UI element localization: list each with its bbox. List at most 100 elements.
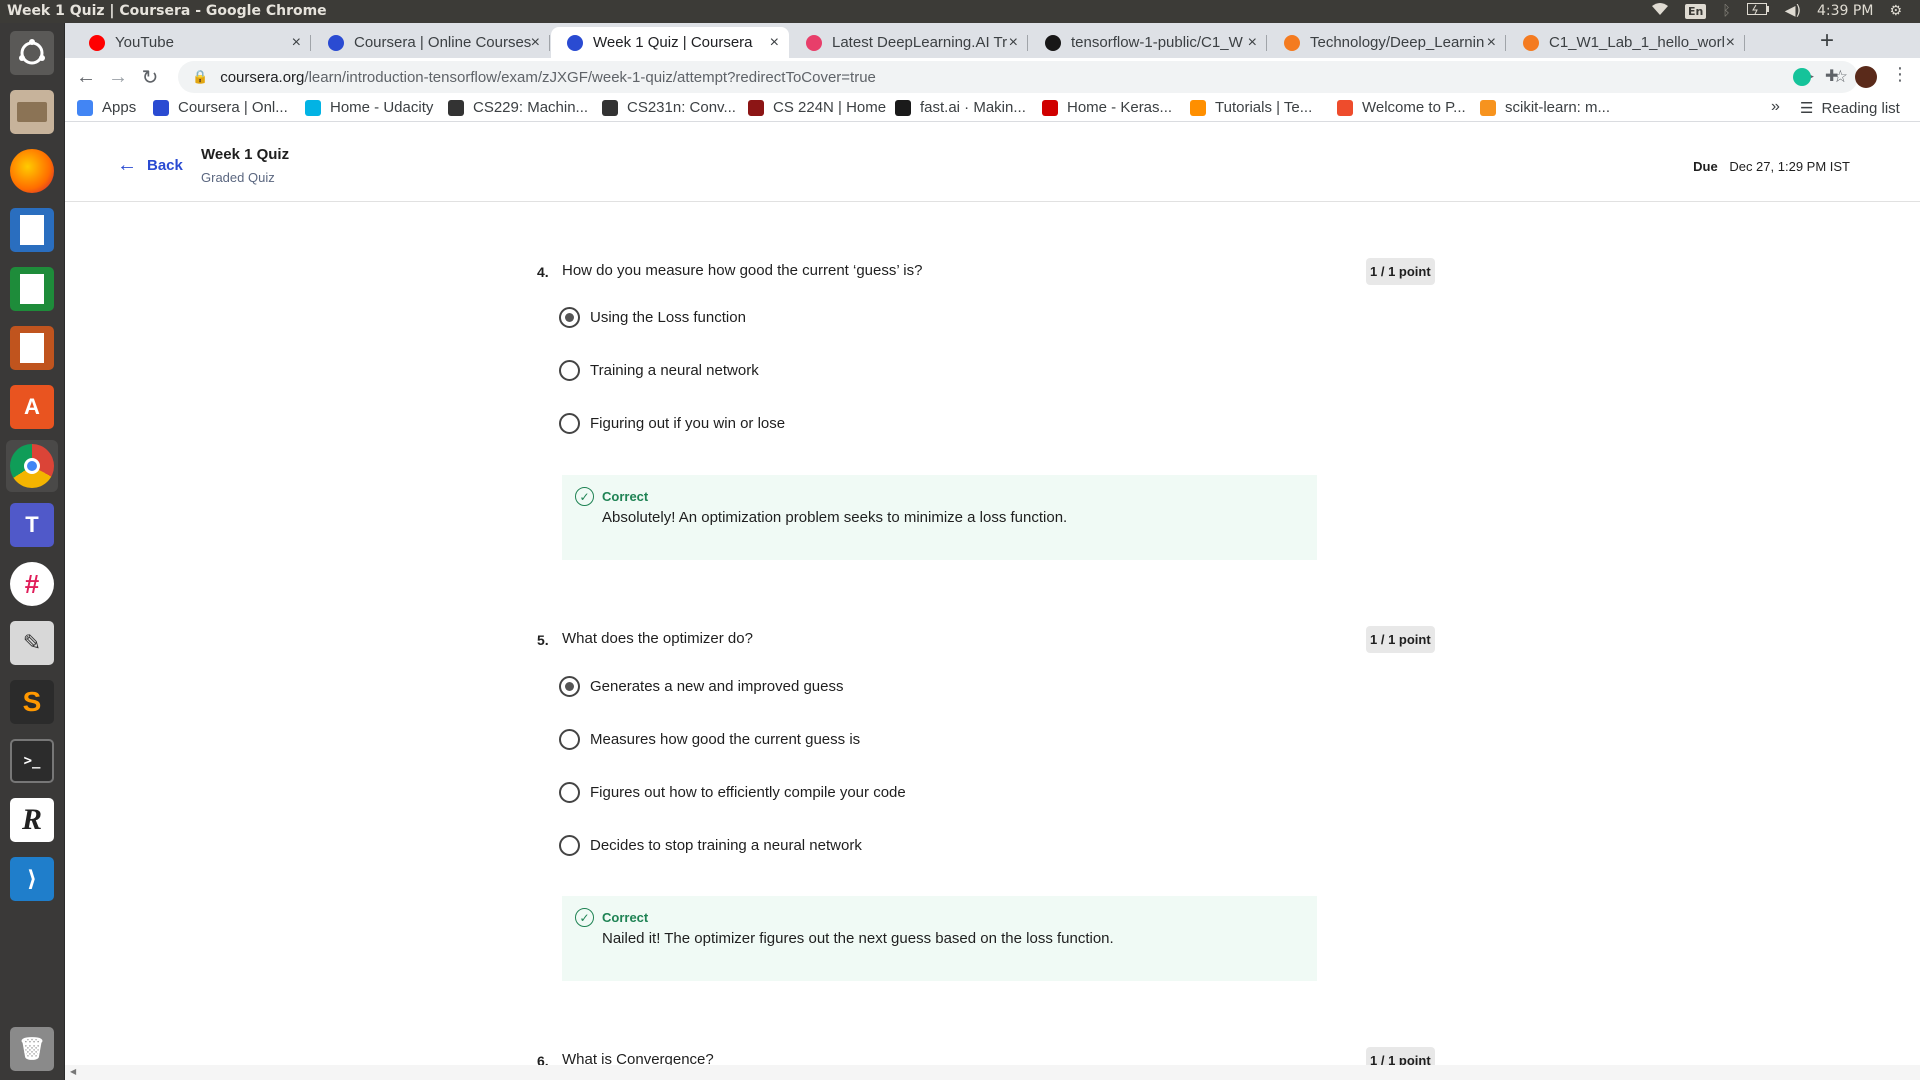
answer-option[interactable]: Figures out how to efficiently compile y… <box>559 781 906 803</box>
browser-tab[interactable]: YouTube × <box>73 27 311 58</box>
launcher-chrome[interactable] <box>6 440 58 492</box>
browser-tab[interactable]: Technology/Deep_Learnin × <box>1268 27 1506 58</box>
check-circle-icon: ✓ <box>575 487 594 506</box>
browser-tab[interactable]: Coursera | Online Courses × <box>312 27 550 58</box>
keras-icon <box>1042 99 1058 116</box>
tab-close-icon[interactable]: × <box>1487 34 1496 52</box>
launcher-firefox[interactable] <box>6 145 58 197</box>
radio-selected-icon[interactable] <box>559 675 580 697</box>
extensions-puzzle-icon[interactable]: ✚ <box>1825 66 1843 85</box>
launcher-rstudio[interactable]: R <box>6 794 58 846</box>
launcher-writer[interactable] <box>6 204 58 256</box>
bookmark-item[interactable]: Home - Keras... <box>1042 99 1172 116</box>
browser-tab[interactable]: C1_W1_Lab_1_hello_worl × <box>1507 27 1745 58</box>
answer-option[interactable]: Training a neural network <box>559 359 759 381</box>
radio-selected-icon[interactable] <box>559 306 580 328</box>
clock[interactable]: 4:39 PM <box>1817 3 1873 19</box>
bookmark-label: CS229: Machin... <box>473 99 589 116</box>
feedback-title: Correct <box>602 489 649 504</box>
bookmark-item[interactable]: scikit-learn: m... <box>1480 99 1610 116</box>
launcher-terminal[interactable]: >_ <box>6 735 58 787</box>
feedback-text: Nailed it! The optimizer figures out the… <box>602 930 1114 947</box>
tab-label: tensorflow-1-public/C1_W <box>1071 34 1243 51</box>
udacity-icon <box>305 99 321 116</box>
bookmark-item[interactable]: Apps <box>77 99 136 116</box>
more-bookmarks-chevron-icon[interactable]: » <box>1771 98 1780 116</box>
reading-list-button[interactable]: ☰ Reading list <box>1800 99 1900 118</box>
volume-icon[interactable]: ◀) <box>1785 3 1801 19</box>
scroll-left-icon[interactable]: ◀ <box>70 1067 76 1076</box>
radio-icon[interactable] <box>559 781 580 803</box>
chrome-icon <box>10 444 54 488</box>
grammarly-extension-icon[interactable] <box>1793 68 1811 86</box>
radio-icon[interactable] <box>559 412 580 434</box>
browser-tab[interactable]: tensorflow-1-public/C1_W × <box>1029 27 1267 58</box>
tab-close-icon[interactable]: × <box>1726 34 1735 52</box>
radio-icon[interactable] <box>559 359 580 381</box>
bookmark-item[interactable]: CS 224N | Home <box>748 99 886 116</box>
url-host: coursera.org <box>220 68 305 86</box>
bookmark-item[interactable]: CS231n: Conv... <box>602 99 736 116</box>
reload-icon[interactable]: ↻ <box>137 64 163 90</box>
launcher-vscode[interactable]: ⟩ <box>6 853 58 905</box>
answer-option[interactable]: Decides to stop training a neural networ… <box>559 834 862 856</box>
bookmark-item[interactable]: CS229: Machin... <box>448 99 588 116</box>
tab-close-icon[interactable]: × <box>292 34 301 52</box>
question-text: What does the optimizer do? <box>562 630 753 647</box>
wifi-icon[interactable] <box>1651 2 1669 20</box>
tab-label: YouTube <box>115 34 174 51</box>
question-text: How do you measure how good the current … <box>562 262 923 279</box>
bookmark-item[interactable]: Coursera | Onl... <box>153 99 288 116</box>
launcher-software[interactable]: A <box>6 381 58 433</box>
battery-icon[interactable] <box>1746 3 1769 19</box>
firefox-icon <box>10 149 54 193</box>
coursera-page: ← Back Week 1 Quiz Graded Quiz Due Dec 2… <box>65 122 1920 1080</box>
dash-button[interactable] <box>6 27 58 79</box>
fastai-icon <box>895 99 911 116</box>
browser-tab[interactable]: Latest DeepLearning.AI Tr × <box>790 27 1028 58</box>
answer-option[interactable]: Generates a new and improved guess <box>559 675 843 697</box>
scikit-learn-icon <box>1480 99 1496 116</box>
bookmark-item[interactable]: Welcome to P... <box>1337 99 1466 116</box>
cs231n-icon <box>602 99 618 116</box>
forward-arrow-icon[interactable]: → <box>105 64 131 90</box>
answer-option[interactable]: Using the Loss function <box>559 306 746 328</box>
settings-gear-icon[interactable]: ⚙ <box>1889 3 1902 19</box>
ubuntu-logo-icon <box>10 31 54 75</box>
launcher-text-editor[interactable]: ✎ <box>6 617 58 669</box>
keyboard-language[interactable]: En <box>1685 3 1707 19</box>
launcher-slack[interactable]: # <box>6 558 58 610</box>
horizontal-scrollbar[interactable]: ◀ <box>65 1065 1920 1080</box>
answer-option[interactable]: Measures how good the current guess is <box>559 728 860 750</box>
bookmark-item[interactable]: fast.ai · Makin... <box>895 99 1026 116</box>
due-label: Due <box>1693 159 1718 174</box>
launcher-impress[interactable] <box>6 322 58 374</box>
tab-close-icon[interactable]: × <box>531 34 540 52</box>
address-bar[interactable]: 🔒 coursera.org/learn/introduction-tensor… <box>178 61 1858 93</box>
lock-icon[interactable]: 🔒 <box>192 69 208 85</box>
new-tab-plus-icon[interactable]: + <box>1820 27 1834 55</box>
launcher-teams[interactable]: T <box>6 499 58 551</box>
bluetooth-icon[interactable]: ᛒ <box>1722 3 1730 19</box>
terminal-icon: >_ <box>10 739 54 783</box>
launcher-files[interactable] <box>6 86 58 138</box>
launcher-calc[interactable] <box>6 263 58 315</box>
answer-option[interactable]: Figuring out if you win or lose <box>559 412 785 434</box>
tab-close-icon[interactable]: × <box>1248 34 1257 52</box>
radio-icon[interactable] <box>559 834 580 856</box>
bookmark-item[interactable]: Tutorials | Te... <box>1190 99 1312 116</box>
launcher-sublime[interactable]: S <box>6 676 58 728</box>
chrome-menu-icon[interactable]: ⋮ <box>1891 64 1909 84</box>
radio-icon[interactable] <box>559 728 580 750</box>
check-circle-icon: ✓ <box>575 908 594 927</box>
launcher-trash[interactable]: 🗑 <box>6 1023 58 1075</box>
bookmark-item[interactable]: Home - Udacity <box>305 99 433 116</box>
browser-tab[interactable]: Week 1 Quiz | Coursera × <box>551 27 789 58</box>
back-arrow-icon[interactable]: ← <box>73 64 99 90</box>
tab-close-icon[interactable]: × <box>770 34 779 52</box>
tab-close-icon[interactable]: × <box>1009 34 1018 52</box>
tab-separator <box>1744 35 1745 51</box>
profile-avatar[interactable] <box>1855 66 1877 88</box>
tab-separator <box>1266 35 1267 51</box>
back-link[interactable]: ← Back <box>117 154 183 177</box>
